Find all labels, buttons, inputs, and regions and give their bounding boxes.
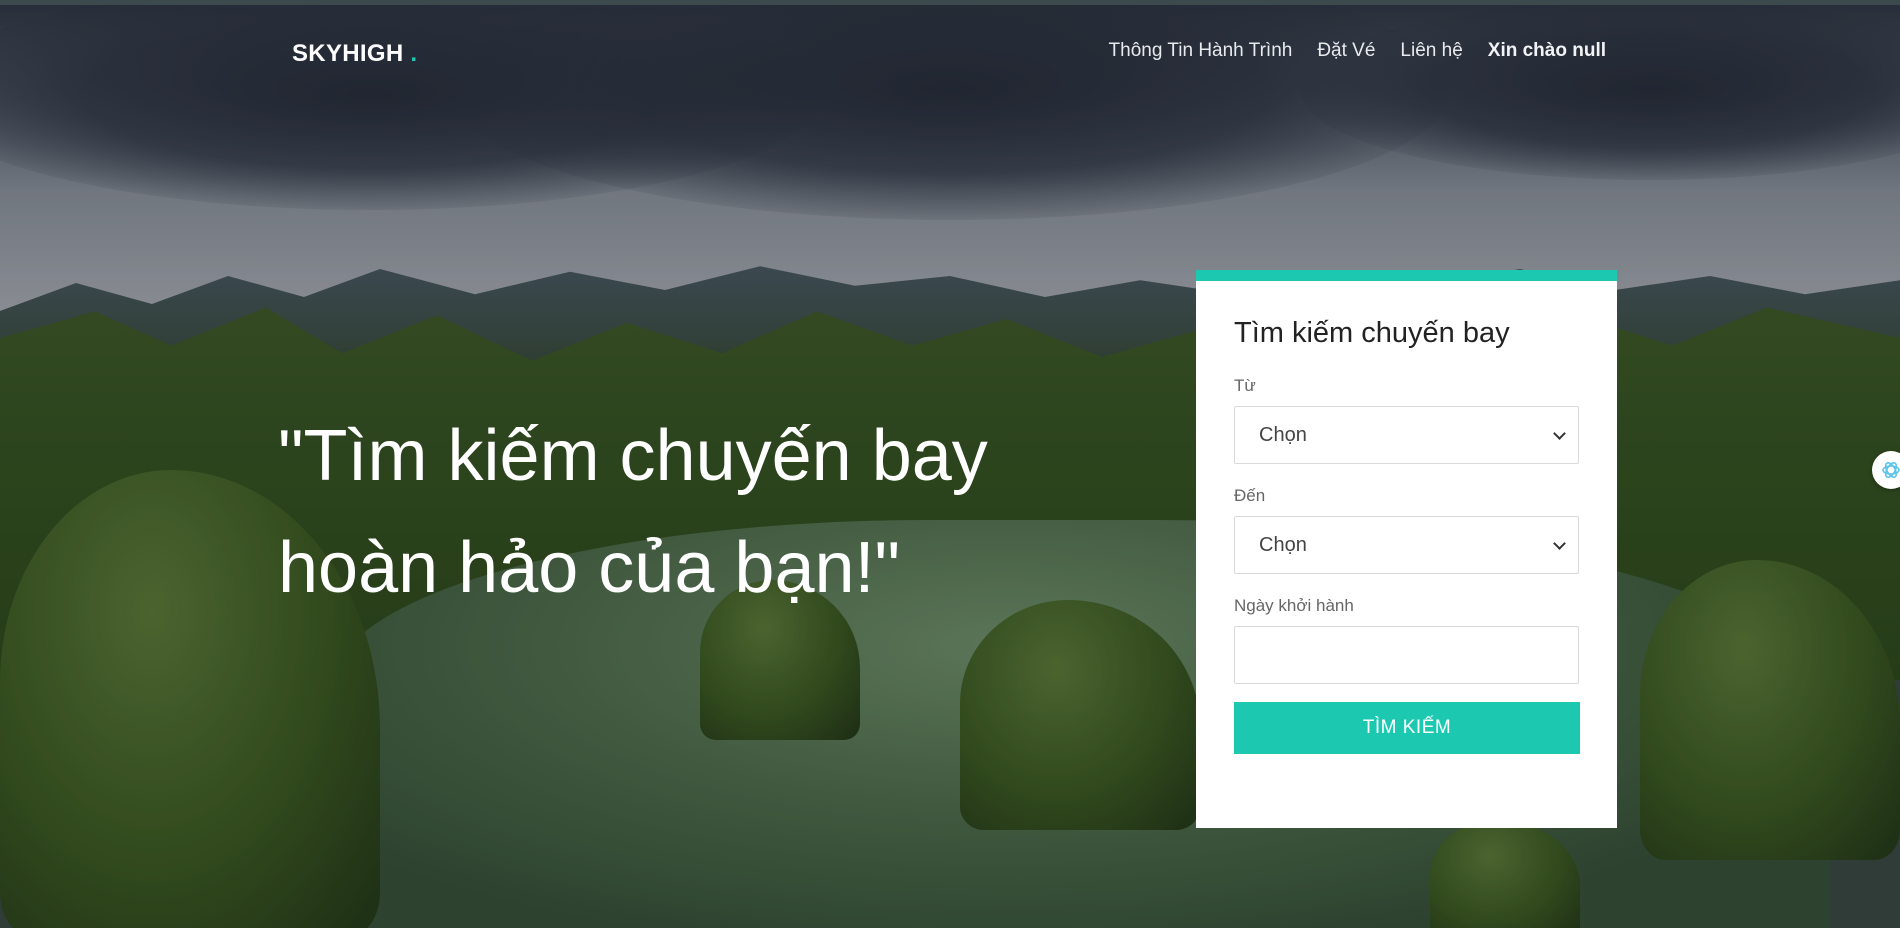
chevron-down-icon [1553, 537, 1566, 550]
brand-name: SKYHIGH [292, 40, 404, 67]
date-label: Ngày khởi hành [1234, 596, 1354, 615]
nav-link-contact[interactable]: Liên hệ [1400, 40, 1462, 62]
to-label: Đến [1234, 486, 1266, 505]
to-select[interactable]: Chọn [1234, 516, 1579, 574]
to-select-value: Chọn [1259, 534, 1307, 556]
card-title: Tìm kiếm chuyến bay [1234, 317, 1510, 349]
nav-links: Thông Tin Hành Trình Đặt Vé Liên hệ Xin … [1109, 40, 1606, 62]
from-select-value: Chọn [1259, 424, 1307, 446]
from-label: Từ [1234, 376, 1256, 395]
brand-logo[interactable]: SKYHIGH . [292, 40, 417, 68]
openai-swirl-icon [1882, 461, 1900, 479]
nav-link-user-greeting[interactable]: Xin chào null [1488, 40, 1606, 62]
navbar: SKYHIGH . Thông Tin Hành Trình Đặt Vé Li… [0, 0, 1900, 105]
nav-link-itinerary[interactable]: Thông Tin Hành Trình [1109, 40, 1293, 62]
chevron-down-icon [1553, 427, 1566, 440]
nav-link-booking[interactable]: Đặt Vé [1317, 40, 1375, 62]
flight-search-card: Tìm kiếm chuyến bay Từ Chọn Đến Chọn Ngà… [1196, 270, 1617, 828]
page: SKYHIGH . Thông Tin Hành Trình Đặt Vé Li… [0, 0, 1900, 928]
hero-line-2: hoàn hảo của bạn!" [278, 528, 901, 608]
hero-line-1: "Tìm kiếm chuyến bay [278, 416, 988, 496]
search-button[interactable]: TÌM KIẾM [1234, 702, 1580, 754]
from-select[interactable]: Chọn [1234, 406, 1579, 464]
hero-heading: "Tìm kiếm chuyến bay hoàn hảo của bạn!" [278, 400, 1058, 624]
brand-dot: . [410, 40, 418, 67]
departure-date-input[interactable] [1234, 626, 1579, 684]
